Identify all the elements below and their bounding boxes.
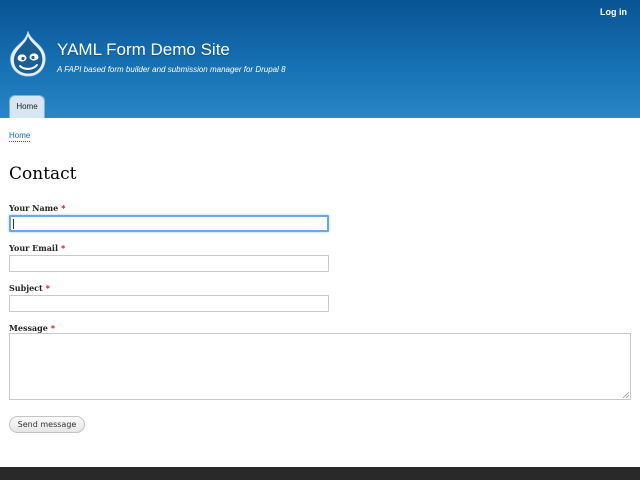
login-link[interactable]: Log in [600, 7, 627, 17]
required-marker: * [45, 283, 50, 293]
subject-label-text: Subject [9, 283, 43, 293]
your-email-input[interactable] [9, 255, 329, 272]
text-caret [13, 219, 14, 229]
required-marker: * [50, 323, 56, 333]
site-slogan: A FAPI based form builder and submission… [57, 65, 286, 74]
your-email-label-text: Your Email [9, 243, 58, 253]
site-header: Log in YAML Form Demo Site A FAPI based … [0, 0, 640, 118]
subject-input[interactable] [9, 295, 329, 312]
message-textarea[interactable] [9, 333, 631, 400]
your-name-label-text: Your Name [9, 203, 59, 213]
site-name[interactable]: YAML Form Demo Site [57, 40, 230, 60]
page-title: Contact [9, 164, 77, 184]
your-name-input[interactable] [9, 215, 329, 232]
drupal-drop-icon[interactable] [8, 31, 48, 77]
subject-label: Subject * [9, 283, 50, 293]
required-marker: * [61, 243, 66, 253]
required-marker: * [61, 203, 66, 213]
breadcrumb-home-link[interactable]: Home [9, 131, 31, 142]
your-email-label: Your Email * [9, 243, 65, 253]
resize-grip-icon[interactable] [623, 392, 629, 398]
send-message-button[interactable]: Send message [9, 416, 85, 433]
tab-home[interactable]: Home [9, 95, 45, 118]
your-name-label: Your Name * [9, 203, 65, 213]
message-label-text: Message [9, 323, 48, 333]
site-footer [0, 467, 640, 480]
message-label: Message * [9, 323, 55, 333]
